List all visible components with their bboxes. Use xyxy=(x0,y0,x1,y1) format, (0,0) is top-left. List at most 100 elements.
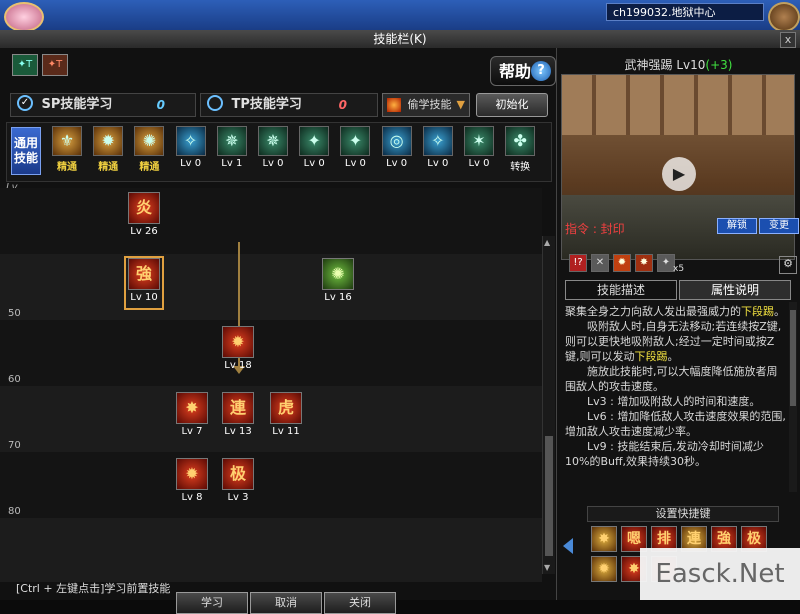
skill-lv18[interactable]: ✹ Lv 18 xyxy=(220,326,256,376)
tree-scrollbar[interactable]: ▲ ▼ xyxy=(542,236,555,574)
skill-level-label: 精通 xyxy=(139,162,160,173)
description-scroll-thumb[interactable] xyxy=(790,310,796,406)
scroll-thumb[interactable] xyxy=(545,436,553,556)
menu-avatar[interactable] xyxy=(768,2,800,32)
help-button[interactable]: 帮助 ? xyxy=(490,56,556,86)
hotkey-slot[interactable]: ✸ xyxy=(591,526,617,552)
player-avatar[interactable] xyxy=(4,2,44,32)
skill-level-label: 转换 xyxy=(510,162,531,173)
command-label: 指令 : 封印 xyxy=(565,222,625,236)
skill-icon: ◎ xyxy=(381,126,412,156)
common-skill-slot[interactable]: ✶ Lv 0 xyxy=(461,126,497,174)
stolen-skill-dropdown[interactable]: 偷学技能 ▼ xyxy=(382,93,470,117)
skill-type-tabs: ✓ SP技能学习 0 TP技能学习 0 偷学技能 ▼ 初始化 xyxy=(6,93,550,117)
hint-text: [Ctrl + 左键点击]学习前置技能 xyxy=(16,582,171,595)
common-skill-slot[interactable]: ✦ Lv 0 xyxy=(296,126,332,174)
tab-sp-skill[interactable]: ✓ SP技能学习 0 xyxy=(10,93,196,117)
common-skill-slot[interactable]: ✦ Lv 0 xyxy=(337,126,373,174)
common-skill-slot[interactable]: ✤ 转换 xyxy=(502,126,538,174)
warning-icon: !? xyxy=(569,254,587,272)
skill-icon: ✹ xyxy=(93,126,124,156)
skill-icon: 虎 xyxy=(270,392,302,424)
change-button[interactable]: 变更 xyxy=(759,218,799,234)
skill-level-label: Lv 0 xyxy=(468,158,490,169)
window-title-bar: 技能栏(K) x xyxy=(0,30,800,49)
no-weapon-icon: ✕ xyxy=(591,254,609,272)
hotkey-slot[interactable]: ✹ xyxy=(591,556,617,582)
common-skill-slot[interactable]: ✧ Lv 0 xyxy=(420,126,456,174)
tp-tab-label: TP技能学习 xyxy=(231,97,302,112)
skill-icon: ✵ xyxy=(216,126,247,156)
skill-icon: ✧ xyxy=(422,126,453,156)
skill-lv3[interactable]: 极 Lv 3 xyxy=(220,458,256,508)
skill-lv10-selected[interactable]: 強 Lv 10 xyxy=(124,256,164,310)
hotkey-title: 设置快捷键 xyxy=(587,506,779,522)
desc-line: Lv6 : 增加降低敌人攻击速度效果的范围,增加敌人攻击速度减少率。 xyxy=(565,410,786,438)
hotkey-prev-icon[interactable] xyxy=(563,538,573,554)
desc-line: 吸附敌人时,自身无法移动;若连续按Z键,则可以更快地吸附敌人;经过一定时间或按Z… xyxy=(565,320,782,363)
tab-tp-skill[interactable]: TP技能学习 0 xyxy=(200,93,378,117)
skill-lv8[interactable]: ✹ Lv 8 xyxy=(174,458,210,508)
desc-line: Lv9 : 技能结束后,发动冷却时间减少10%的Buff,效果持续30秒。 xyxy=(565,440,764,468)
common-skill-slot[interactable]: ⚜ 精通 xyxy=(49,126,85,174)
skill-tree-panel: ✦T ✦T 帮助 ? ✓ SP技能学习 0 TP技能学习 0 偷学技能 ▼ 初始… xyxy=(0,48,557,614)
scroll-down-icon[interactable]: ▼ xyxy=(544,563,550,572)
skill-level-label: Lv 18 xyxy=(224,360,252,371)
preview-background xyxy=(562,75,794,135)
skill-lv13[interactable]: 連 Lv 13 xyxy=(220,392,256,442)
common-skill-slot[interactable]: ✵ Lv 0 xyxy=(255,126,291,174)
reset-skills-button[interactable]: 初始化 xyxy=(476,93,548,117)
settings-icon[interactable]: ⚙ xyxy=(779,256,797,274)
top-bar: ch199032.地狱中心 xyxy=(0,0,800,32)
skill-level-label: 精通 xyxy=(57,162,77,173)
skill-level-label: Lv 0 xyxy=(386,158,408,169)
skill-level-label: Lv 0 xyxy=(262,158,284,169)
skill-description-text: 聚集全身之力向敌人发出最强威力的下段踢。 吸附敌人时,自身无法移动;若连续按Z键… xyxy=(565,304,787,492)
mini-toggle-green[interactable]: ✦T xyxy=(12,54,38,76)
close-button[interactable]: 关闭 xyxy=(324,592,396,614)
tab-skill-description[interactable]: 技能描述 xyxy=(565,280,677,300)
skill-lv11[interactable]: 虎 Lv 11 xyxy=(268,392,304,442)
skill-lv16[interactable]: ✺ Lv 16 xyxy=(320,258,356,308)
skill-icon: ✸ xyxy=(176,392,208,424)
server-channel-label[interactable]: ch199032.地狱中心 xyxy=(606,3,764,21)
tree-band xyxy=(0,518,542,582)
description-scrollbar[interactable] xyxy=(789,302,797,492)
common-skill-slot[interactable]: ◎ Lv 0 xyxy=(379,126,415,174)
cancel-button[interactable]: 取消 xyxy=(250,592,322,614)
tree-band xyxy=(0,320,542,386)
tree-band xyxy=(0,188,542,254)
skill-tree-grid: 50 60 70 80 xyxy=(0,188,542,582)
scroll-up-icon[interactable]: ▲ xyxy=(544,238,550,247)
desc-line: Lv3 : 增加吸附敌人的时间和速度。 xyxy=(587,395,761,408)
skill-icon: 強 xyxy=(128,258,160,290)
play-icon[interactable]: ▶ xyxy=(662,157,696,191)
common-skill-slot[interactable]: ✵ Lv 1 xyxy=(214,126,250,174)
radio-icon xyxy=(207,95,223,111)
skill-lv7[interactable]: ✸ Lv 7 xyxy=(174,392,210,442)
skill-icon: ✶ xyxy=(464,126,494,156)
common-skill-slot[interactable]: ✺ 精通 xyxy=(131,126,167,174)
close-icon[interactable]: x xyxy=(780,32,796,48)
skill-level-label: Lv 1 xyxy=(221,158,243,169)
skill-icon: ⚜ xyxy=(52,126,82,156)
unlock-button[interactable]: 解锁 xyxy=(717,218,757,234)
row-level-label: 70 xyxy=(8,440,21,451)
common-skill-slot[interactable]: ✹ 精通 xyxy=(90,126,126,174)
help-label: 帮助 xyxy=(499,62,532,81)
watermark: Easck.Net xyxy=(640,548,800,600)
skill-lv26[interactable]: 炎 Lv 26 xyxy=(126,192,162,242)
desc-line: 聚集全身之力向敌人发出最强威力的下段踢。 xyxy=(565,305,785,318)
skill-icon: ✺ xyxy=(322,258,354,290)
skill-level-label: Lv 3 xyxy=(227,492,249,503)
skill-level-label: Lv 0 xyxy=(427,158,449,169)
common-skill-slot[interactable]: ✧ Lv 0 xyxy=(173,126,209,174)
sp-tab-label: SP技能学习 xyxy=(41,97,113,112)
mini-toggle-red[interactable]: ✦T xyxy=(42,54,68,76)
tab-attribute-description[interactable]: 属性说明 xyxy=(679,280,791,300)
learn-button[interactable]: 学习 xyxy=(176,592,248,614)
skill-level-label: Lv 13 xyxy=(224,426,252,437)
hit-count-label: x5 xyxy=(673,264,685,274)
skill-level-label: Lv 16 xyxy=(324,292,352,303)
skill-level-label: Lv 11 xyxy=(272,426,300,437)
